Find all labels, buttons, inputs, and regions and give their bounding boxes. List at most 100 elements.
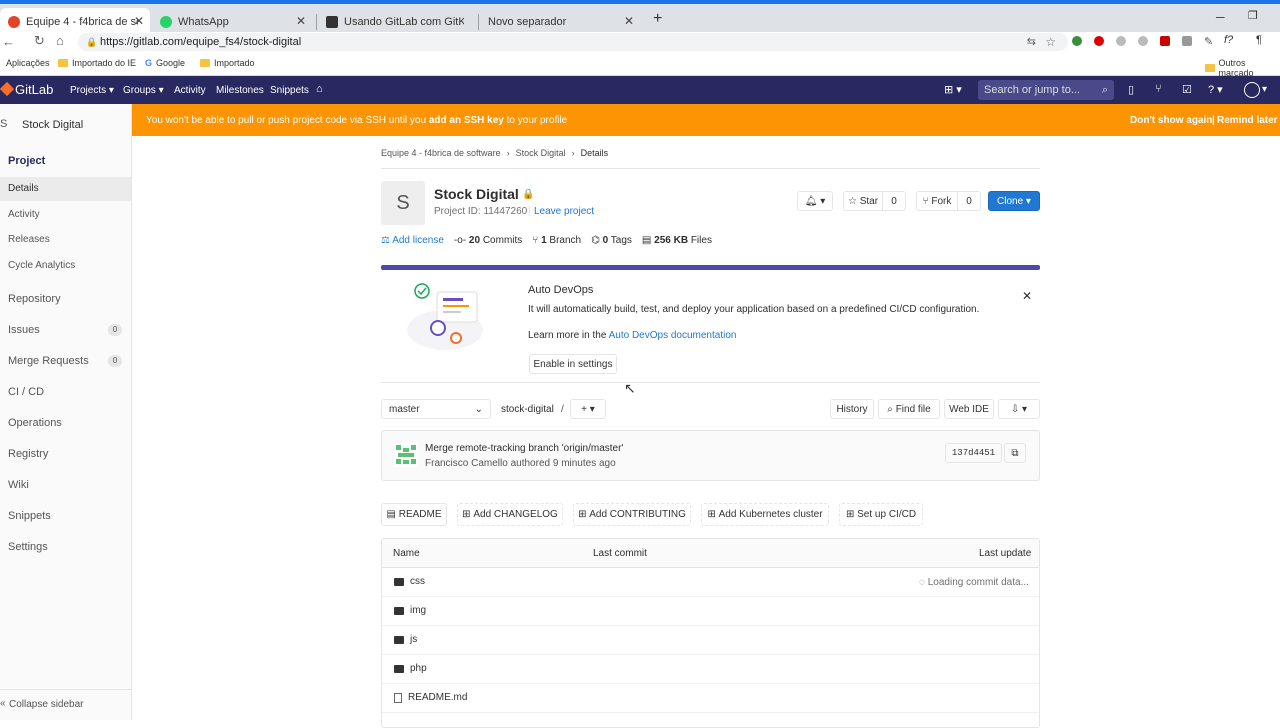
nav-milestones[interactable]: Milestones [216,85,264,96]
sidebar-item-activity[interactable]: Activity [8,209,40,220]
close-tab-icon[interactable]: ✕ [624,14,634,28]
branch-select[interactable]: master ⌄ [381,399,491,419]
collapse-sidebar-icon[interactable]: « [0,698,6,709]
star-button[interactable]: ☆ Star [843,191,883,211]
table-row[interactable]: php [394,663,427,674]
remind-later-link[interactable]: Remind later [1217,115,1278,126]
file-name[interactable]: php [410,663,427,674]
sidebar-project-name[interactable]: Stock Digital [22,119,83,131]
add-license-link[interactable]: ⚖ Add license [381,235,444,246]
sidebar-item-releases[interactable]: Releases [8,234,50,245]
nav-snippets[interactable]: Snippets [270,85,309,96]
nav-activity[interactable]: Activity [174,85,206,96]
files-link[interactable]: ▤ 256 KB Files [642,235,712,246]
sidebar-item-operations[interactable]: Operations [8,417,62,429]
bookmark-importado[interactable]: Importado [200,58,255,68]
todo-check-icon[interactable]: ☑ [1182,83,1192,96]
find-file-button[interactable]: ⌕ Find file [878,399,940,419]
table-row[interactable]: css [394,576,425,587]
bookmark-importado-ie[interactable]: Importado do IE [58,58,136,68]
extension-icon[interactable] [1072,36,1082,46]
camera-icon[interactable] [1182,36,1192,46]
branches-link[interactable]: ⑂ 1 Branch [532,235,581,246]
fork-count[interactable]: 0 [957,191,981,211]
sidebar-item-details[interactable]: Details [0,177,131,201]
collapse-sidebar-button[interactable]: Collapse sidebar [9,699,84,710]
commits-link[interactable]: -o- 20 Commits [454,235,522,246]
extension-icon[interactable] [1138,36,1148,46]
commit-sha-button[interactable]: 137d4451 [945,443,1002,463]
file-name[interactable]: img [410,605,426,616]
bookmark-others[interactable]: Outros marcado [1205,58,1280,78]
dont-show-again-link[interactable]: Don't show again [1130,115,1212,126]
star-count[interactable]: 0 [882,191,906,211]
extension-icon[interactable] [1094,36,1104,46]
sidebar-item-wiki[interactable]: Wiki [8,479,29,491]
add-changelog-button[interactable]: ⊞ Add CHANGELOG [457,503,563,526]
add-ssh-key-link[interactable]: add an SSH key [429,115,504,126]
extension-icon[interactable]: ¶ [1256,34,1262,46]
sidebar-item-repository[interactable]: Repository [8,293,61,305]
help-icon[interactable]: ? ▾ [1208,83,1223,96]
search-input[interactable]: Search or jump to... ⌕ [978,80,1114,100]
breadcrumb-current[interactable]: Details [581,148,609,158]
sidebar-item-registry[interactable]: Registry [8,448,48,460]
url-bar[interactable]: 🔒 https://gitlab.com/equipe_fs4/stock-di… [78,33,1068,51]
close-icon[interactable]: ✕ [1022,289,1032,303]
merge-request-icon[interactable]: ⑂ [1155,83,1162,95]
close-tab-icon[interactable]: ✕ [134,14,144,28]
translate-icon[interactable]: ⇆ [1027,33,1036,51]
minimize-icon[interactable]: ─ [1216,10,1225,24]
todo-panel-icon[interactable]: ▯ [1128,83,1134,96]
history-button[interactable]: History [830,399,874,419]
add-kubernetes-button[interactable]: ⊞ Add Kubernetes cluster [701,503,829,526]
add-file-button[interactable]: + ▾ [570,399,606,419]
clone-button[interactable]: Clone ▾ [988,191,1040,211]
autodevops-docs-link[interactable]: Auto DevOps documentation [609,330,737,341]
extension-icon[interactable]: ✎ [1204,35,1213,48]
notification-button[interactable]: 🔔︎ ▾ [797,191,833,211]
analytics-icon[interactable]: ⌂ [316,83,323,95]
setup-cicd-button[interactable]: ⊞ Set up CI/CD [839,503,923,526]
new-tab-icon[interactable]: + [653,10,662,28]
table-row[interactable]: img [394,605,426,616]
nav-projects[interactable]: Projects ▾ [70,85,114,96]
bookmark-star-icon[interactable]: ☆ [1045,33,1056,51]
extension-icon[interactable] [1160,36,1170,46]
gitlab-logo-text[interactable]: GitLab [15,82,53,97]
extension-icon[interactable] [1116,36,1126,46]
file-name[interactable]: README.md [408,692,467,703]
sidebar-item-cycle-analytics[interactable]: Cycle Analytics [8,260,75,271]
enable-in-settings-button[interactable]: Enable in settings [529,354,617,374]
copy-sha-button[interactable]: ⧉ [1004,443,1026,463]
sidebar-item-project[interactable]: Project [8,155,45,167]
fork-button[interactable]: ⑂ Fork [916,191,958,211]
readme-button[interactable]: ▤ README [381,503,447,526]
file-name[interactable]: css [410,576,425,587]
sidebar-item-snippets[interactable]: Snippets [8,510,51,522]
file-name[interactable]: js [410,634,417,645]
avatar[interactable] [1244,82,1260,98]
nav-groups[interactable]: Groups ▾ [123,85,164,96]
sidebar-item-ci-cd[interactable]: CI / CD [8,386,44,398]
bookmark-apps[interactable]: Aplicações [6,58,50,68]
close-tab-icon[interactable]: ✕ [296,14,306,28]
leave-project-link[interactable]: Leave project [534,206,594,217]
home-icon[interactable]: ⌂ [56,33,64,48]
table-row[interactable]: README.md [394,692,467,703]
breadcrumb-project[interactable]: Stock Digital [516,148,566,158]
sidebar-item-settings[interactable]: Settings [8,541,48,553]
commit-message-link[interactable]: Merge remote-tracking branch 'origin/mas… [425,443,623,454]
plus-dropdown-icon[interactable]: ⊞ ▾ [944,83,962,96]
restore-icon[interactable]: ❐ [1248,9,1258,22]
repo-path[interactable]: stock-digital [501,404,554,415]
bookmark-google[interactable]: G Google [145,58,185,68]
commit-author-link[interactable]: Francisco Camello [425,458,508,469]
back-icon[interactable]: ← [2,34,15,49]
formula-icon[interactable]: f? [1224,34,1233,46]
download-button[interactable]: ⇩ ▾ [998,399,1040,419]
breadcrumb-group[interactable]: Equipe 4 - f4brica de software [381,148,501,158]
tags-link[interactable]: ⌬ 0 Tags [591,235,632,246]
table-row[interactable]: js [394,634,417,645]
sidebar-item-merge-requests[interactable]: Merge Requests [8,355,89,367]
